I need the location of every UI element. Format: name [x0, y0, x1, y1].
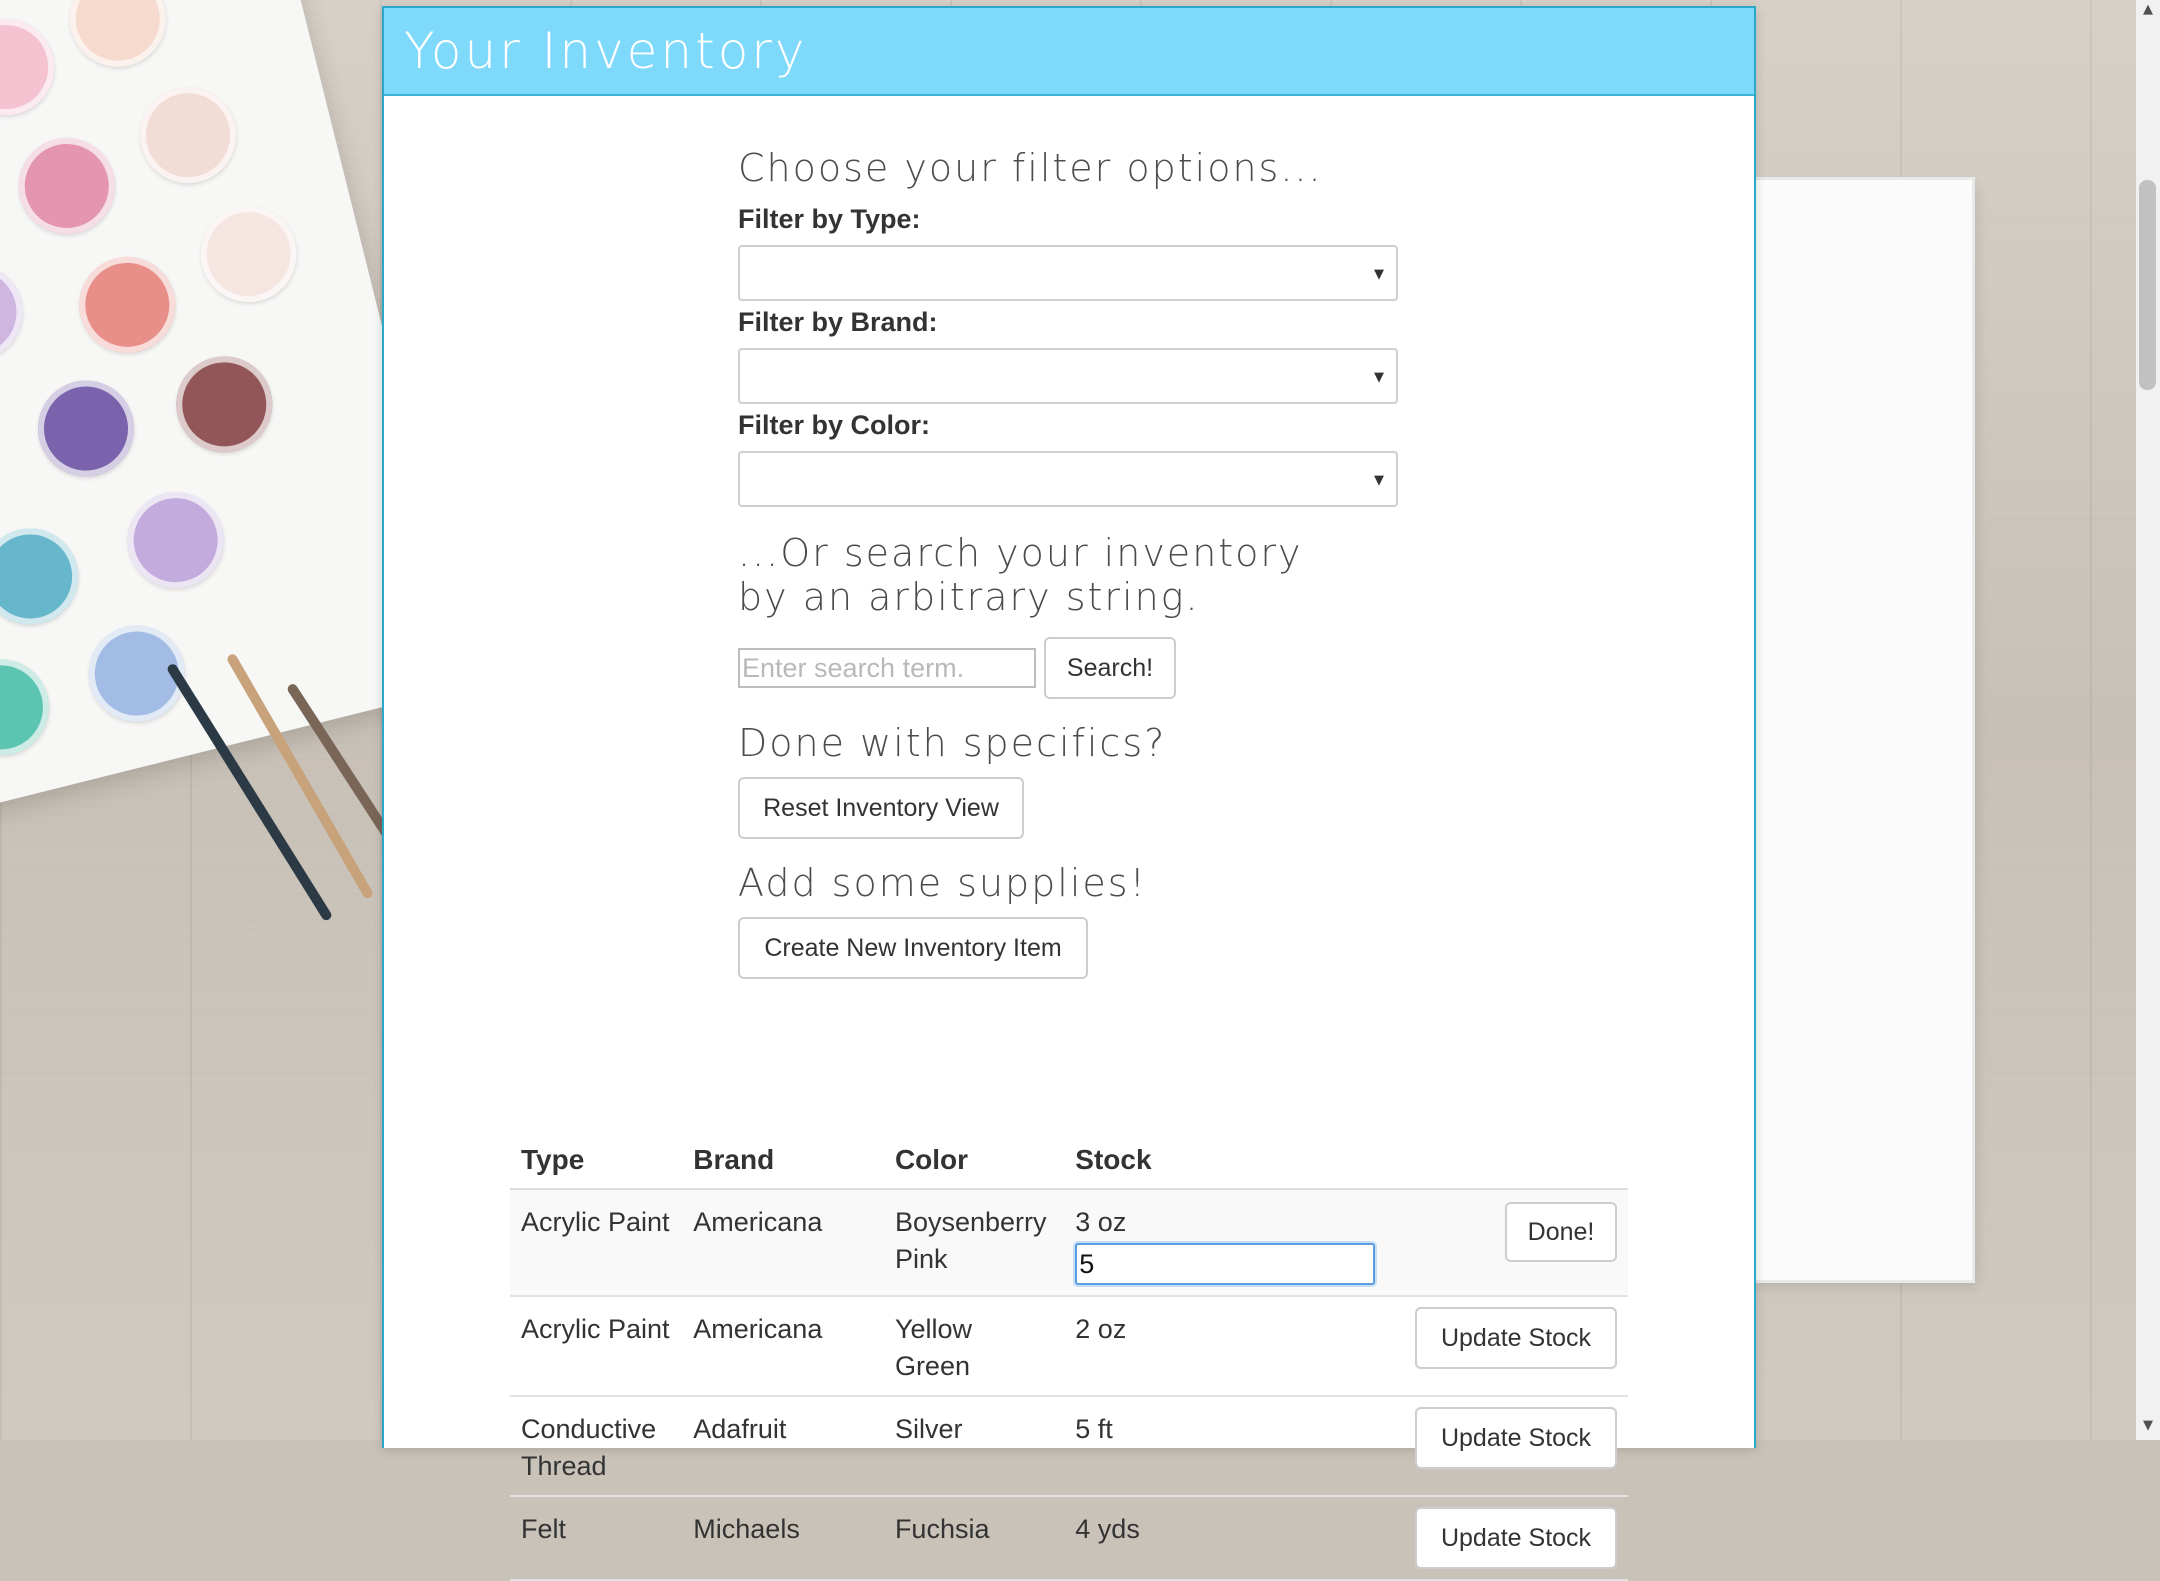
table-header-row: Type Brand Color Stock — [510, 1126, 1628, 1190]
cell-color: Boysenberry Pink — [883, 1189, 1065, 1297]
filter-heading: Choose your filter options... — [738, 146, 1323, 190]
cell-stock: 3 oz — [1064, 1189, 1404, 1297]
create-heading: Add some supplies! — [738, 861, 1147, 905]
inventory-table-wrap: Type Brand Color Stock Acrylic Paint Ame… — [510, 1126, 1628, 1581]
scrollbar-thumb[interactable] — [2139, 180, 2156, 390]
cell-type: Acrylic Paint — [510, 1189, 683, 1297]
reset-heading: Done with specifics? — [738, 721, 1167, 765]
table-row: Acrylic Paint Americana Boysenberry Pink… — [510, 1189, 1628, 1297]
cell-color: Fuchsia — [883, 1496, 1065, 1581]
cell-type: Felt — [510, 1496, 683, 1581]
stock-edit-input[interactable] — [1075, 1243, 1376, 1285]
panel-header: Your Inventory — [384, 8, 1754, 96]
search-heading: ...Or search your inventory by an arbitr… — [738, 531, 1303, 619]
filter-color-select[interactable]: ▼ — [738, 451, 1398, 507]
cell-action: Update Stock — [1404, 1296, 1628, 1397]
column-header-type: Type — [510, 1126, 683, 1190]
search-button[interactable]: Search! — [1044, 637, 1176, 699]
caret-down-icon: ▼ — [1374, 370, 1384, 385]
filter-form: Choose your filter options... Filter by … — [738, 96, 1438, 979]
cell-action: Done! — [1404, 1189, 1628, 1297]
table-row: Felt Michaels Fuchsia 4 yds Update Stock — [510, 1496, 1628, 1581]
cell-type: Conductive Thread — [510, 1396, 683, 1497]
filter-type-select[interactable]: ▼ — [738, 245, 1398, 301]
scroll-up-icon[interactable]: ▲ — [2140, 2, 2156, 20]
cell-action: Update Stock — [1404, 1396, 1628, 1497]
create-row: Create New Inventory Item — [738, 917, 1438, 979]
inventory-table: Type Brand Color Stock Acrylic Paint Ame… — [510, 1126, 1628, 1581]
column-header-color: Color — [883, 1126, 1065, 1190]
cell-brand: Americana — [682, 1296, 884, 1397]
filter-color-label: Filter by Color: — [738, 410, 931, 440]
filter-brand-select[interactable]: ▼ — [738, 348, 1398, 404]
table-row: Acrylic Paint Americana Yellow Green 2 o… — [510, 1296, 1628, 1397]
cell-color: Silver — [883, 1396, 1065, 1497]
cell-brand: Michaels — [682, 1496, 884, 1581]
caret-down-icon: ▼ — [1374, 473, 1384, 488]
column-header-brand: Brand — [682, 1126, 884, 1190]
stock-value: 3 oz — [1075, 1207, 1127, 1237]
update-stock-button[interactable]: Update Stock — [1415, 1307, 1617, 1369]
cell-type: Acrylic Paint — [510, 1296, 683, 1397]
inventory-panel: Your Inventory Choose your filter option… — [382, 6, 1756, 1581]
cell-stock: 2 oz — [1064, 1296, 1404, 1397]
column-header-stock: Stock — [1064, 1126, 1404, 1190]
reset-row: Reset Inventory View — [738, 777, 1438, 839]
create-item-button[interactable]: Create New Inventory Item — [738, 917, 1088, 979]
paper-sheet-image — [1752, 180, 1972, 1280]
page-title: Your Inventory — [404, 22, 808, 80]
done-button[interactable]: Done! — [1505, 1202, 1617, 1262]
caret-down-icon: ▼ — [1374, 267, 1384, 282]
reset-inventory-button[interactable]: Reset Inventory View — [738, 777, 1024, 839]
cell-brand: Adafruit — [682, 1396, 884, 1497]
search-input[interactable] — [738, 648, 1036, 688]
column-header-actions — [1404, 1126, 1628, 1190]
cell-stock: 5 ft — [1064, 1396, 1404, 1497]
update-stock-button[interactable]: Update Stock — [1415, 1507, 1617, 1569]
cell-action: Update Stock — [1404, 1496, 1628, 1581]
filter-type-label: Filter by Type: — [738, 204, 921, 234]
scroll-down-icon[interactable]: ▼ — [2140, 1418, 2156, 1436]
search-row: Search! — [738, 637, 1438, 699]
cell-brand: Americana — [682, 1189, 884, 1297]
table-row: Conductive Thread Adafruit Silver 5 ft U… — [510, 1396, 1628, 1497]
cell-color: Yellow Green — [883, 1296, 1065, 1397]
cell-stock: 4 yds — [1064, 1496, 1404, 1581]
filter-brand-label: Filter by Brand: — [738, 307, 938, 337]
update-stock-button[interactable]: Update Stock — [1415, 1407, 1617, 1469]
